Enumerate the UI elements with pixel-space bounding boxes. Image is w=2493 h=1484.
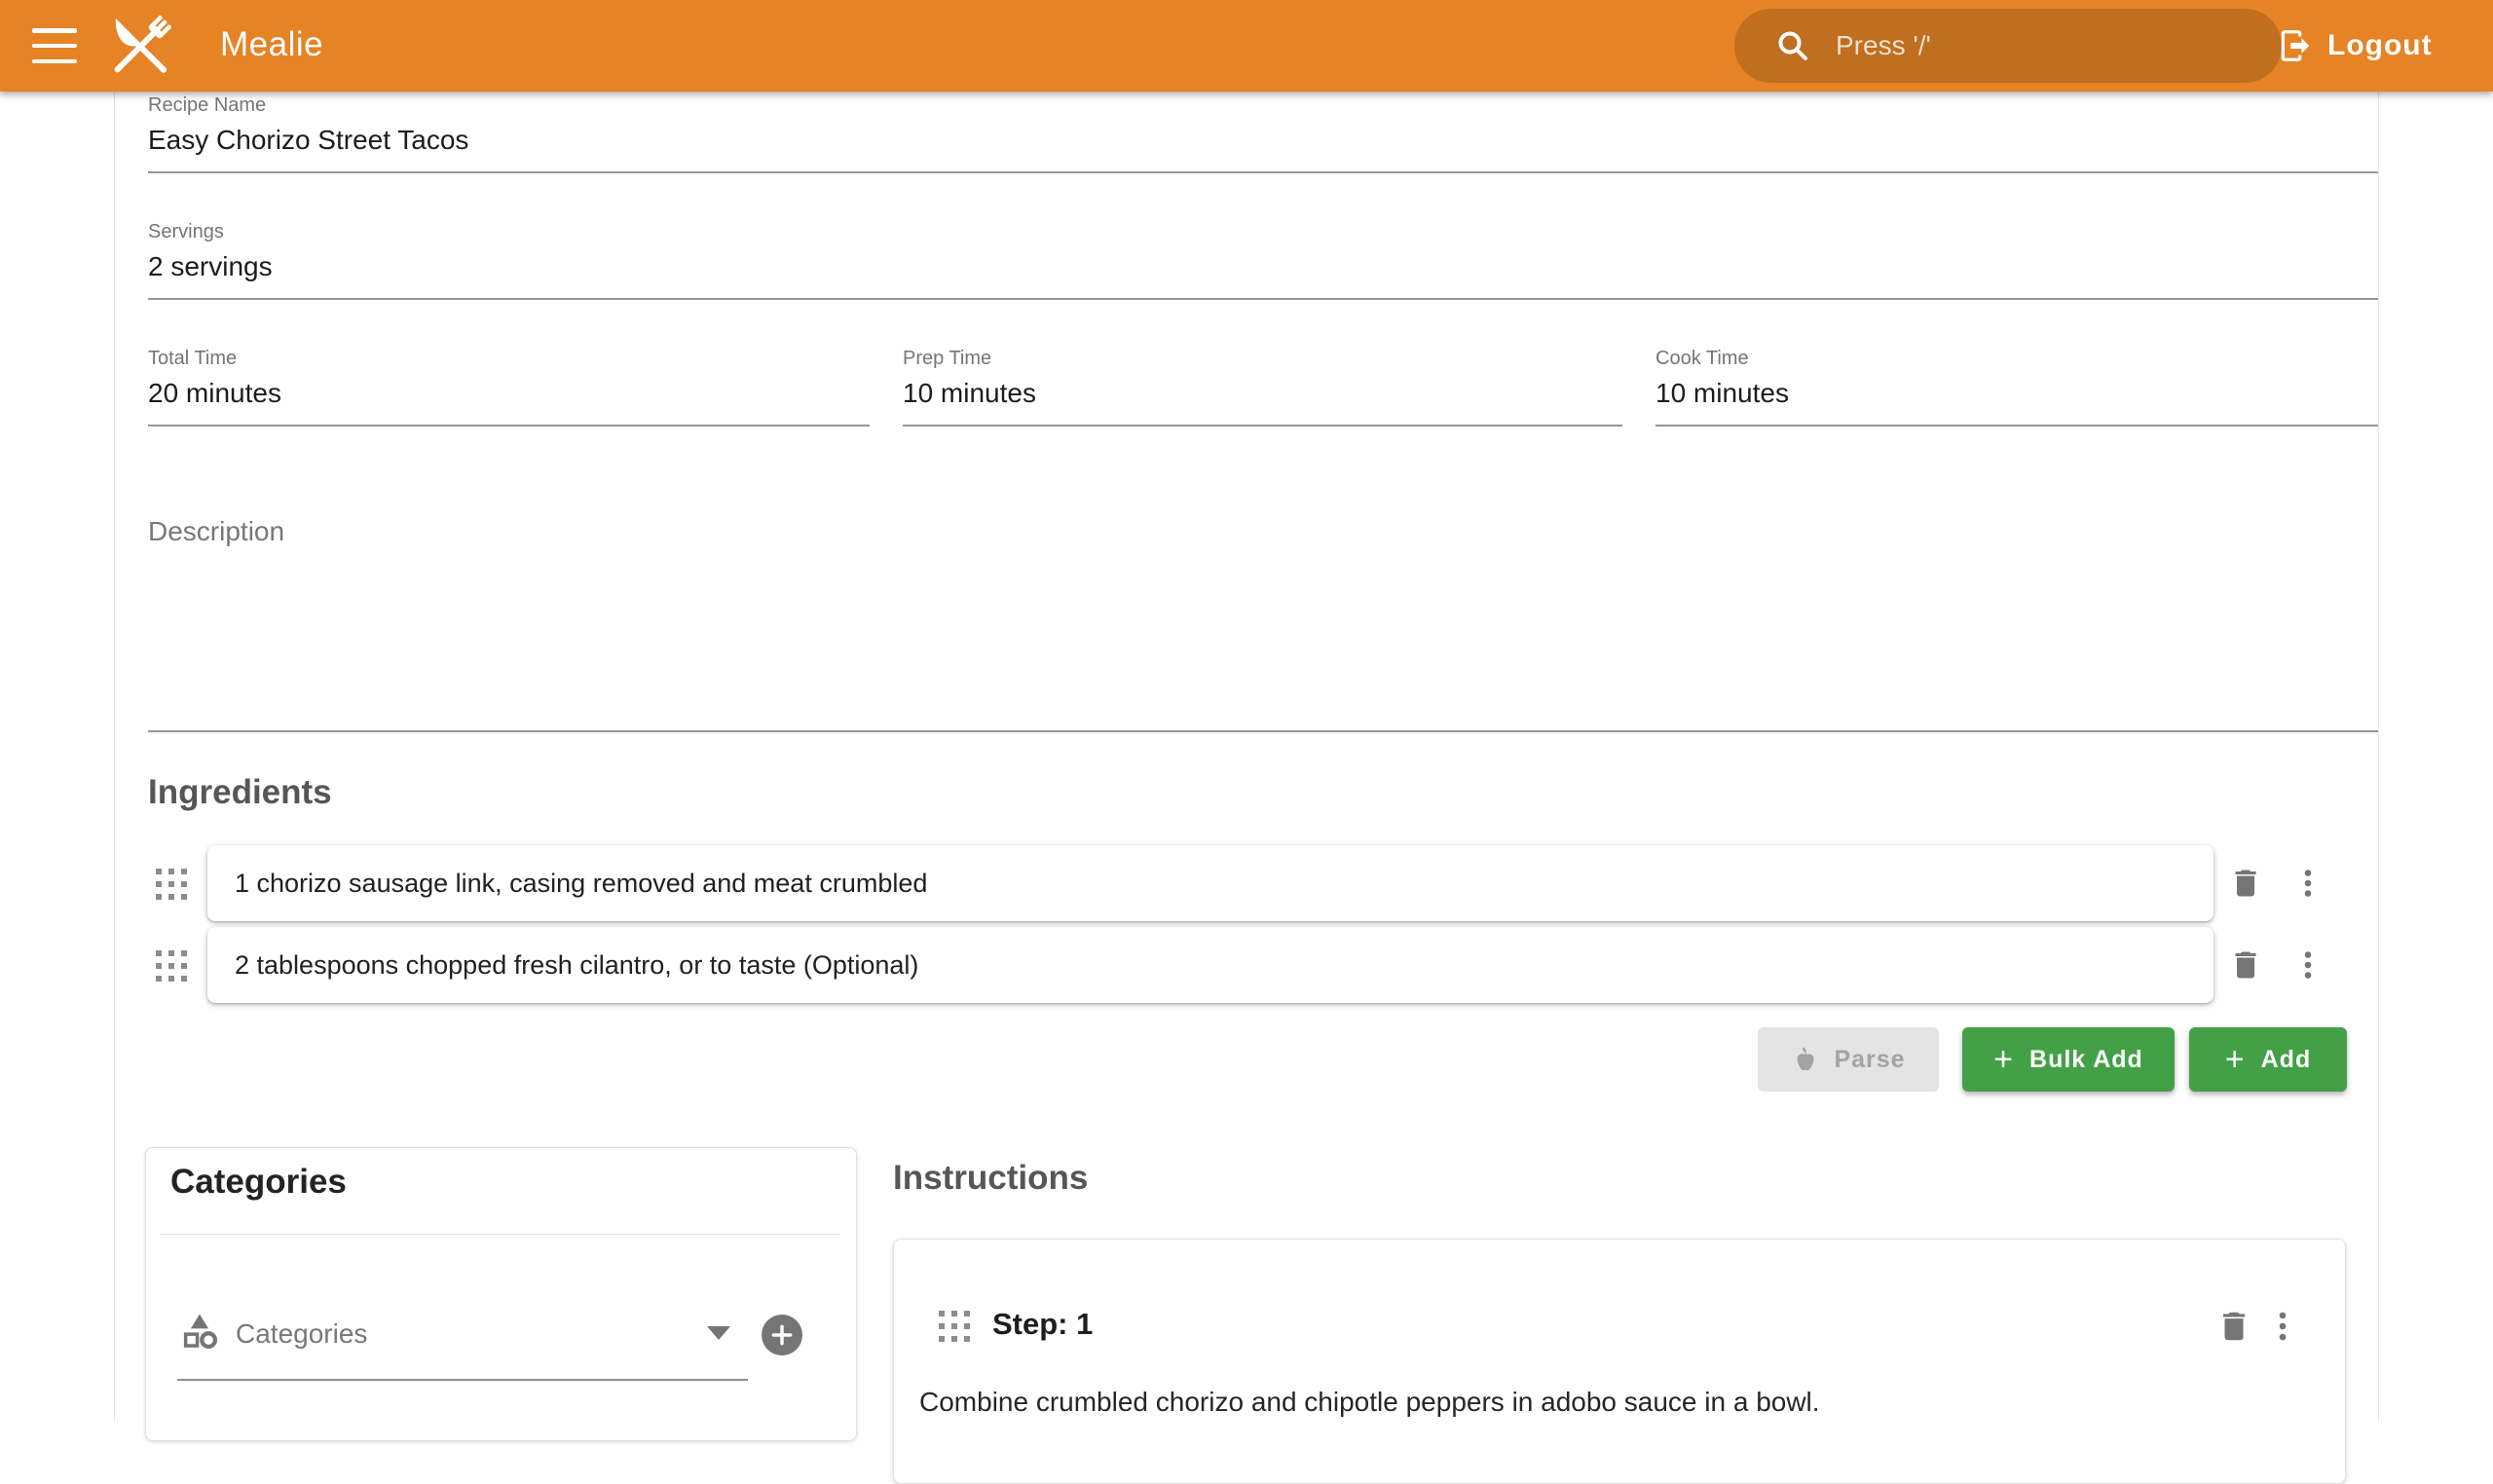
servings-label: Servings — [148, 221, 224, 243]
delete-ingredient-icon[interactable] — [2224, 862, 2267, 905]
plus-icon — [769, 1322, 795, 1348]
categories-select-underline — [177, 1379, 748, 1381]
bulk-add-button[interactable]: + Bulk Add — [1962, 1027, 2175, 1092]
apple-icon — [1791, 1045, 1820, 1074]
add-ingredient-button[interactable]: + Add — [2189, 1027, 2347, 1092]
delete-step-icon[interactable] — [2213, 1305, 2255, 1348]
menu-icon[interactable] — [32, 28, 77, 63]
drag-handle-icon[interactable] — [156, 869, 187, 900]
prep-time-field[interactable]: 10 minutes — [903, 378, 1036, 409]
categories-heading: Categories — [170, 1163, 347, 1202]
app-title: Mealie — [220, 0, 323, 92]
ingredient-row[interactable]: 2 tablespoons chopped fresh cilantro, or… — [207, 927, 2214, 1003]
mealie-logo-icon[interactable] — [101, 8, 179, 91]
instructions-heading: Instructions — [893, 1159, 1088, 1198]
search-placeholder: Press '/' — [1836, 30, 1931, 61]
servings-underline — [148, 298, 2378, 300]
logout-icon — [2277, 27, 2314, 64]
step-menu-icon[interactable] — [2261, 1305, 2304, 1348]
search-icon — [1775, 28, 1810, 63]
logout-button[interactable]: Logout — [2277, 0, 2433, 92]
app-header: Mealie Press '/' Logout — [0, 0, 2493, 92]
chevron-down-icon[interactable] — [707, 1326, 730, 1340]
ingredients-heading: Ingredients — [148, 773, 332, 812]
instruction-step-card — [893, 1239, 2346, 1484]
total-time-underline — [148, 425, 870, 427]
add-label: Add — [2261, 1046, 2312, 1074]
shapes-icon — [179, 1311, 220, 1356]
delete-ingredient-icon[interactable] — [2224, 944, 2267, 986]
add-category-button[interactable] — [762, 1315, 802, 1355]
description-underline — [148, 730, 2378, 732]
recipe-name-underline — [148, 171, 2378, 173]
description-field[interactable] — [148, 584, 2378, 721]
step-title: Step: 1 — [992, 1307, 1093, 1342]
search-input[interactable]: Press '/' — [1734, 9, 2282, 83]
drag-handle-icon[interactable] — [156, 950, 187, 982]
logout-label: Logout — [2327, 29, 2433, 62]
cook-time-field[interactable]: 10 minutes — [1656, 378, 1789, 409]
plus-icon: + — [2225, 1043, 2246, 1076]
recipe-name-field[interactable]: Easy Chorizo Street Tacos — [148, 125, 468, 156]
total-time-label: Total Time — [148, 348, 237, 370]
divider — [161, 1234, 839, 1235]
plus-icon: + — [1993, 1043, 2014, 1076]
drag-handle-icon[interactable] — [939, 1311, 970, 1342]
ingredient-text: 1 chorizo sausage link, casing removed a… — [235, 869, 927, 899]
categories-select[interactable]: Categories — [236, 1318, 367, 1350]
parse-button[interactable]: Parse — [1758, 1027, 1939, 1092]
prep-time-label: Prep Time — [903, 348, 991, 370]
step-text-field[interactable]: Combine crumbled chorizo and chipotle pe… — [919, 1387, 2302, 1418]
servings-field[interactable]: 2 servings — [148, 251, 273, 282]
ingredient-menu-icon[interactable] — [2287, 944, 2329, 986]
description-label: Description — [148, 516, 284, 547]
parse-label: Parse — [1834, 1046, 1905, 1074]
cook-time-underline — [1656, 425, 2378, 427]
total-time-field[interactable]: 20 minutes — [148, 378, 281, 409]
cook-time-label: Cook Time — [1656, 348, 1749, 370]
ingredient-row[interactable]: 1 chorizo sausage link, casing removed a… — [207, 845, 2214, 921]
recipe-name-label: Recipe Name — [148, 94, 266, 117]
ingredient-menu-icon[interactable] — [2287, 862, 2329, 905]
prep-time-underline — [903, 425, 1622, 427]
ingredient-text: 2 tablespoons chopped fresh cilantro, or… — [235, 950, 918, 981]
bulk-add-label: Bulk Add — [2029, 1046, 2143, 1074]
